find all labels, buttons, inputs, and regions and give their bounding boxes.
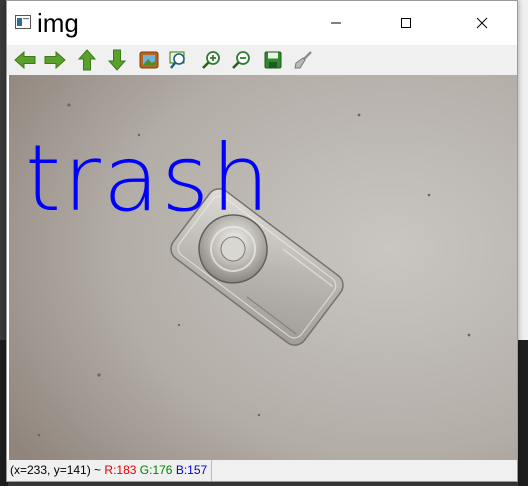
pixel-blue-value: B:157 [175,463,208,477]
image-canvas[interactable]: trash [9,75,517,460]
zoom-fit-button[interactable] [167,49,191,71]
zoom-original-button[interactable] [137,49,161,71]
window-title: img [37,8,79,38]
app-window-icon [15,15,31,29]
minimize-button[interactable] [313,1,359,45]
close-button[interactable] [459,1,505,45]
title-bar[interactable]: img [7,1,517,45]
maximize-icon [401,18,411,28]
properties-button[interactable] [291,49,315,71]
zoom-out-icon [232,51,250,69]
minimize-icon [331,22,341,24]
arrow-down-icon [108,49,126,71]
pixel-red-value: R:183 [104,463,137,477]
brush-icon [294,51,312,69]
pan-down-button[interactable] [105,49,129,71]
zoom-in-button[interactable] [199,49,223,71]
zoom-out-button[interactable] [229,49,253,71]
status-bar: (x=233, y=141) ~ R:183 G:176 B:157 [7,460,517,481]
pixel-green-value: G:176 [139,463,173,477]
classification-label: trash [25,125,272,232]
arrow-left-icon [14,51,36,69]
zoom-in-icon [202,51,220,69]
cursor-coordinates: (x=233, y=141) ~ [10,463,102,477]
save-button[interactable] [261,49,285,71]
pixel-info: (x=233, y=141) ~ R:183 G:176 B:157 [10,460,213,481]
pan-right-button[interactable] [43,49,67,71]
arrow-right-icon [44,51,66,69]
pan-up-button[interactable] [75,49,99,71]
image-window: img trash (x=233, y=141) ~ R:183 G:176 B… [6,0,518,482]
maximize-button[interactable] [383,1,429,45]
arrow-up-icon [78,49,96,71]
zoom-fit-icon [169,51,185,69]
image-icon [139,51,159,69]
background-console-strip [518,0,528,486]
pan-left-button[interactable] [13,49,37,71]
toolbar [7,45,517,75]
save-icon [264,51,282,69]
close-icon [476,17,488,29]
